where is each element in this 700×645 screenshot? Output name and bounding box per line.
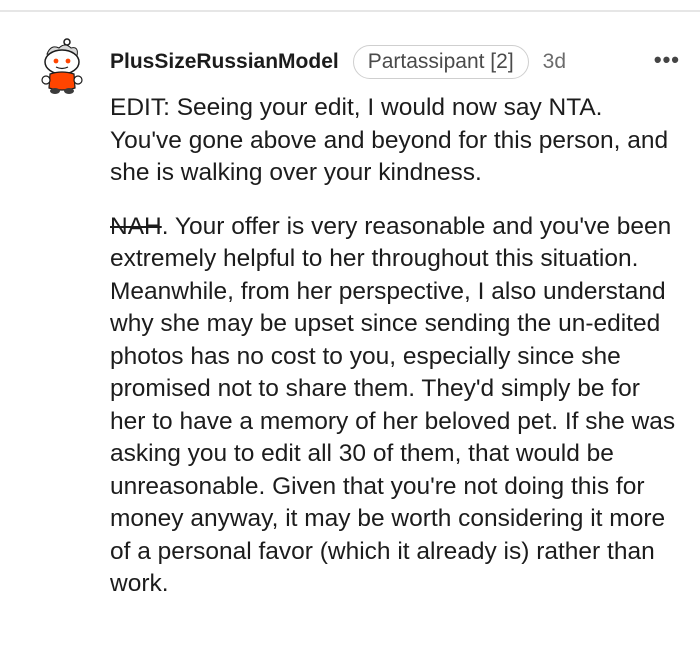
comment-timestamp: 3d bbox=[542, 50, 567, 73]
struck-verdict: NAH bbox=[110, 212, 162, 240]
username-link[interactable]: PlusSizeRussianModel bbox=[110, 50, 339, 74]
user-avatar-icon[interactable] bbox=[35, 38, 89, 96]
more-options-icon[interactable]: ••• bbox=[654, 47, 680, 73]
comment-body: EDIT: Seeing your edit, I would now say … bbox=[110, 92, 680, 601]
comment-header: PlusSizeRussianModel Partassipant [2] 3d… bbox=[110, 44, 680, 80]
edit-paragraph: EDIT: Seeing your edit, I would now say … bbox=[110, 94, 669, 186]
user-flair-badge: Partassipant [2] bbox=[352, 45, 529, 79]
main-paragraph-text: . Your offer is very reasonable and you'… bbox=[110, 212, 676, 598]
top-divider bbox=[0, 10, 700, 12]
main-paragraph: NAH. Your offer is very reasonable and y… bbox=[110, 211, 680, 601]
